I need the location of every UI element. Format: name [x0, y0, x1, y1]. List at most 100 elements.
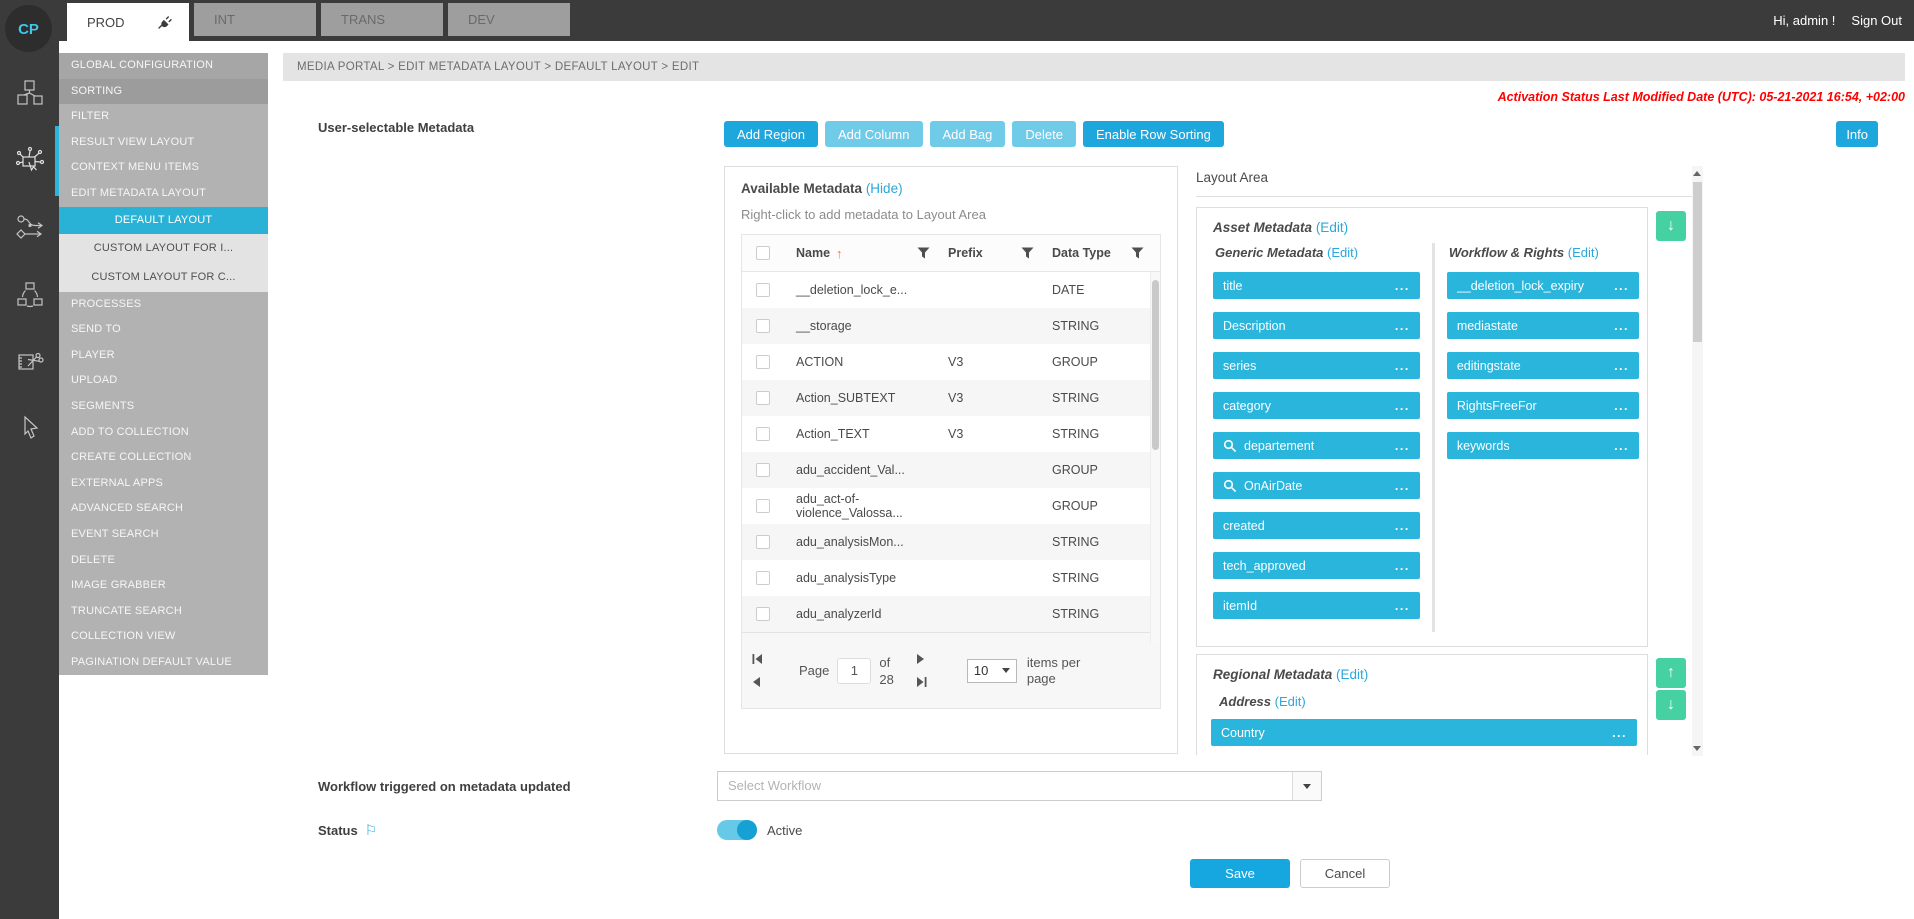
name-filter-icon[interactable] — [917, 247, 930, 259]
clip-editor-icon[interactable] — [0, 343, 59, 379]
row-checkbox[interactable] — [756, 355, 770, 369]
table-scrollbar-thumb[interactable] — [1152, 280, 1159, 450]
table-row-action[interactable]: ACTIONV3GROUP — [742, 344, 1160, 380]
delete-button[interactable]: Delete — [1012, 121, 1076, 147]
move-region-up-button[interactable]: ↑ — [1656, 658, 1686, 688]
metadata-chip-description[interactable]: Description... — [1213, 312, 1420, 339]
assets-cubes-icon[interactable] — [0, 75, 59, 111]
sidebar-item-global-configuration[interactable]: GLOBAL CONFIGURATION — [59, 53, 268, 79]
app-logo[interactable]: CP — [5, 5, 52, 52]
add-column-button[interactable]: Add Column — [825, 121, 923, 147]
chip-menu-button[interactable]: ... — [1608, 399, 1629, 413]
sidebar-item-sorting[interactable]: SORTING — [59, 79, 268, 105]
chip-menu-button[interactable]: ... — [1389, 359, 1410, 373]
select-all-checkbox[interactable] — [756, 246, 770, 260]
asset-metadata-edit-link[interactable]: (Edit) — [1316, 220, 1348, 235]
sidebar-item-custom-layout-for-i[interactable]: CUSTOM LAYOUT FOR I... — [59, 234, 268, 263]
add-region-button[interactable]: Add Region — [724, 121, 818, 147]
chip-menu-button[interactable]: ... — [1606, 726, 1627, 740]
cursor-icon[interactable] — [0, 410, 59, 446]
chip-menu-button[interactable]: ... — [1389, 279, 1410, 293]
sidebar-item-segments[interactable]: SEGMENTS — [59, 394, 268, 420]
metadata-chip-onairdate[interactable]: OnAirDate... — [1213, 472, 1420, 499]
column-header-name[interactable]: Name — [796, 246, 830, 260]
metadata-chip-title[interactable]: title... — [1213, 272, 1420, 299]
save-button[interactable]: Save — [1190, 859, 1290, 888]
metadata-chip-deletion-lock-expiry[interactable]: __deletion_lock_expiry... — [1447, 272, 1639, 299]
chip-menu-button[interactable]: ... — [1389, 319, 1410, 333]
chip-menu-button[interactable]: ... — [1389, 439, 1410, 453]
sidebar-item-processes[interactable]: PROCESSES — [59, 292, 268, 318]
page-number-input[interactable] — [837, 658, 871, 684]
chip-menu-button[interactable]: ... — [1389, 399, 1410, 413]
sign-out-link[interactable]: Sign Out — [1851, 13, 1902, 28]
table-row-action-subtext[interactable]: Action_SUBTEXTV3STRING — [742, 380, 1160, 416]
sort-ascending-icon[interactable]: ↑ — [836, 246, 843, 261]
sidebar-item-pagination-default-value[interactable]: PAGINATION DEFAULT VALUE — [59, 650, 268, 676]
first-page-button[interactable] — [752, 654, 763, 664]
regional-metadata-edit-link[interactable]: (Edit) — [1336, 667, 1368, 682]
sidebar-item-player[interactable]: PLAYER — [59, 343, 268, 369]
sidebar-item-advanced-search[interactable]: ADVANCED SEARCH — [59, 496, 268, 522]
table-row-adu-accident-val[interactable]: adu_accident_Val...GROUP — [742, 452, 1160, 488]
table-row-adu-analysismon[interactable]: adu_analysisMon...STRING — [742, 524, 1160, 560]
address-edit-link[interactable]: (Edit) — [1275, 694, 1306, 709]
tab-trans[interactable]: TRANS — [321, 3, 443, 36]
layout-area-scrollbar[interactable] — [1692, 166, 1703, 756]
sidebar-item-event-search[interactable]: EVENT SEARCH — [59, 522, 268, 548]
last-page-button[interactable] — [916, 677, 927, 687]
chip-menu-button[interactable]: ... — [1389, 479, 1410, 493]
collections-icon[interactable] — [0, 276, 59, 312]
sidebar-item-truncate-search[interactable]: TRUNCATE SEARCH — [59, 599, 268, 625]
status-toggle[interactable] — [717, 820, 757, 840]
tab-int[interactable]: INT — [194, 3, 316, 36]
sidebar-item-delete[interactable]: DELETE — [59, 548, 268, 574]
page-size-select[interactable]: 10 — [967, 659, 1017, 683]
move-region-down-button[interactable]: ↓ — [1656, 211, 1686, 241]
next-page-button[interactable] — [916, 654, 927, 664]
metadata-chip-country[interactable]: Country... — [1211, 719, 1637, 746]
metadata-chip-rightsfreefor[interactable]: RightsFreeFor... — [1447, 392, 1639, 419]
column-edit-link[interactable]: (Edit) — [1323, 245, 1358, 260]
chip-menu-button[interactable]: ... — [1389, 599, 1410, 613]
move-region-down-button-2[interactable]: ↓ — [1656, 690, 1686, 720]
hide-link[interactable]: (Hide) — [866, 181, 903, 196]
sidebar-item-send-to[interactable]: SEND TO — [59, 317, 268, 343]
datatype-filter-icon[interactable] — [1131, 247, 1144, 259]
chip-menu-button[interactable]: ... — [1608, 319, 1629, 333]
scroll-down-icon[interactable] — [1693, 746, 1701, 751]
workflow-icon[interactable] — [0, 209, 59, 245]
column-header-datatype[interactable]: Data Type — [1052, 246, 1111, 260]
sidebar-item-create-collection[interactable]: CREATE COLLECTION — [59, 445, 268, 471]
metadata-config-icon[interactable] — [0, 142, 59, 178]
row-checkbox[interactable] — [756, 571, 770, 585]
sidebar-item-external-apps[interactable]: EXTERNAL APPS — [59, 471, 268, 497]
sidebar-item-custom-layout-for-c[interactable]: CUSTOM LAYOUT FOR C... — [59, 263, 268, 292]
row-checkbox[interactable] — [756, 607, 770, 621]
metadata-chip-created[interactable]: created... — [1213, 512, 1420, 539]
sidebar-item-filter[interactable]: FILTER — [59, 104, 268, 130]
table-row-adu-analysistype[interactable]: adu_analysisTypeSTRING — [742, 560, 1160, 596]
sidebar-item-upload[interactable]: UPLOAD — [59, 368, 268, 394]
chip-menu-button[interactable]: ... — [1608, 359, 1629, 373]
chip-menu-button[interactable]: ... — [1608, 439, 1629, 453]
chip-menu-button[interactable]: ... — [1389, 559, 1410, 573]
info-button[interactable]: Info — [1836, 121, 1878, 147]
sidebar-item-image-grabber[interactable]: IMAGE GRABBER — [59, 573, 268, 599]
sidebar-item-edit-metadata-layout[interactable]: EDIT METADATA LAYOUT — [59, 181, 268, 207]
sidebar-item-context-menu-items[interactable]: CONTEXT MENU ITEMS — [59, 155, 268, 181]
chip-menu-button[interactable]: ... — [1389, 519, 1410, 533]
row-checkbox[interactable] — [756, 427, 770, 441]
metadata-chip-keywords[interactable]: keywords... — [1447, 432, 1639, 459]
sidebar-item-add-to-collection[interactable]: ADD TO COLLECTION — [59, 420, 268, 446]
table-row-adu-act-of-violence-valossa[interactable]: adu_act-of-violence_Valossa...GROUP — [742, 488, 1160, 524]
metadata-chip-category[interactable]: category... — [1213, 392, 1420, 419]
metadata-chip-series[interactable]: series... — [1213, 352, 1420, 379]
tab-prod[interactable]: PROD — [67, 3, 189, 41]
metadata-chip-departement[interactable]: departement... — [1213, 432, 1420, 459]
row-checkbox[interactable] — [756, 319, 770, 333]
sidebar-item-default-layout[interactable]: DEFAULT LAYOUT — [59, 207, 268, 234]
table-scrollbar[interactable] — [1150, 272, 1160, 644]
tab-dev[interactable]: DEV — [448, 3, 570, 36]
row-checkbox[interactable] — [756, 463, 770, 477]
